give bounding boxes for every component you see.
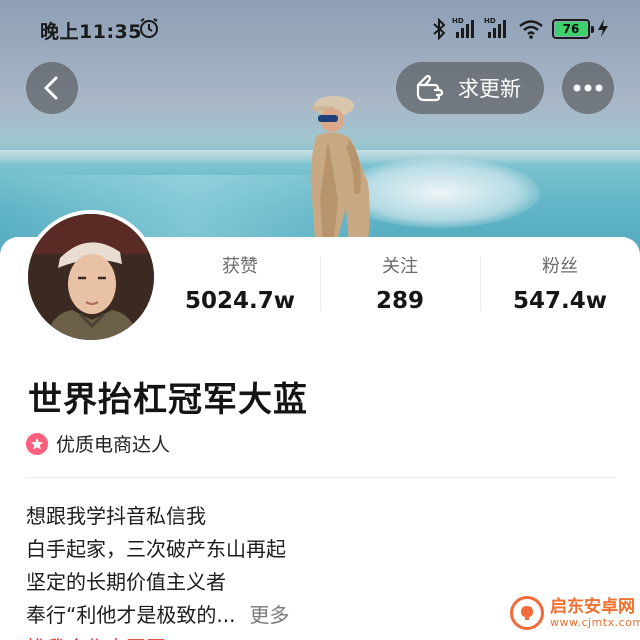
request-update-label: 求更新 (458, 77, 521, 101)
bio-line: 想跟我学抖音私信我 (26, 504, 206, 528)
stat-value: 5024.7w (184, 288, 295, 314)
watermark-text: 启东安卓网 (550, 596, 635, 617)
star-badge-icon (26, 432, 48, 455)
hd-signal-icon: HD (452, 17, 474, 38)
badge-label: 优质电商达人 (56, 434, 171, 456)
profile-stats: 获赞 5024.7w 关注 289 粉丝 547.4w (160, 250, 640, 320)
bio-line: 坚定的长期价值主义者 (26, 570, 226, 594)
divider (26, 477, 616, 478)
watermark-logo-icon (510, 596, 544, 630)
stat-following[interactable]: 关注 289 (320, 250, 480, 320)
battery-level: 76 (555, 22, 587, 36)
status-bar: 晚上11:35 HD HD 76 (0, 0, 640, 56)
more-button[interactable] (562, 62, 614, 114)
back-button[interactable] (26, 62, 78, 114)
avatar[interactable] (24, 210, 158, 344)
stat-value: 547.4w (513, 288, 607, 314)
bio-more-link[interactable]: 更多 (249, 603, 289, 627)
merchant-badge[interactable]: 优质电商达人 (26, 430, 170, 457)
bio-line: 白手起家，三次破产东山再起 (26, 537, 286, 561)
wifi-icon (519, 20, 543, 39)
battery-tip (591, 26, 594, 33)
bluetooth-icon (433, 18, 446, 40)
bio-line-last: 奉行“利他才是极致的... 更多 (26, 599, 586, 632)
stat-followers[interactable]: 粉丝 547.4w (480, 250, 640, 320)
hd-signal-icon: HD (484, 17, 506, 38)
alarm-icon (140, 18, 158, 38)
stat-label: 粉丝 (542, 256, 578, 277)
avatar-photo (28, 214, 154, 340)
watermark-url: www.cjmtx.com (550, 615, 640, 629)
pointing-hand-icon (416, 74, 444, 102)
stat-value: 289 (375, 288, 424, 314)
profile-bio: 想跟我学抖音私信我 白手起家，三次破产东山再起 坚定的长期价值主义者 奉行“利他… (26, 500, 586, 640)
status-time: 晚上11:35 (40, 21, 142, 43)
bio-line: 奉行“利他才是极致的... (26, 603, 236, 627)
chevron-left-icon (44, 76, 58, 100)
profile-name: 世界抬杠冠军大蓝 (28, 380, 308, 420)
stat-label: 关注 (382, 256, 418, 277)
more-dots-icon (573, 84, 603, 92)
svg-text:HD: HD (452, 17, 464, 25)
stat-likes[interactable]: 获赞 5024.7w (160, 250, 320, 320)
svg-text:HD: HD (484, 17, 496, 25)
battery-icon: 76 (552, 19, 594, 39)
stat-label: 获赞 (222, 256, 258, 277)
bio-contact-link[interactable]: 找我合作去同同 (26, 632, 586, 640)
request-update-button[interactable]: 求更新 (396, 62, 544, 114)
charging-icon (598, 19, 608, 37)
watermark: 启东安卓网 www.cjmtx.com (510, 596, 640, 630)
